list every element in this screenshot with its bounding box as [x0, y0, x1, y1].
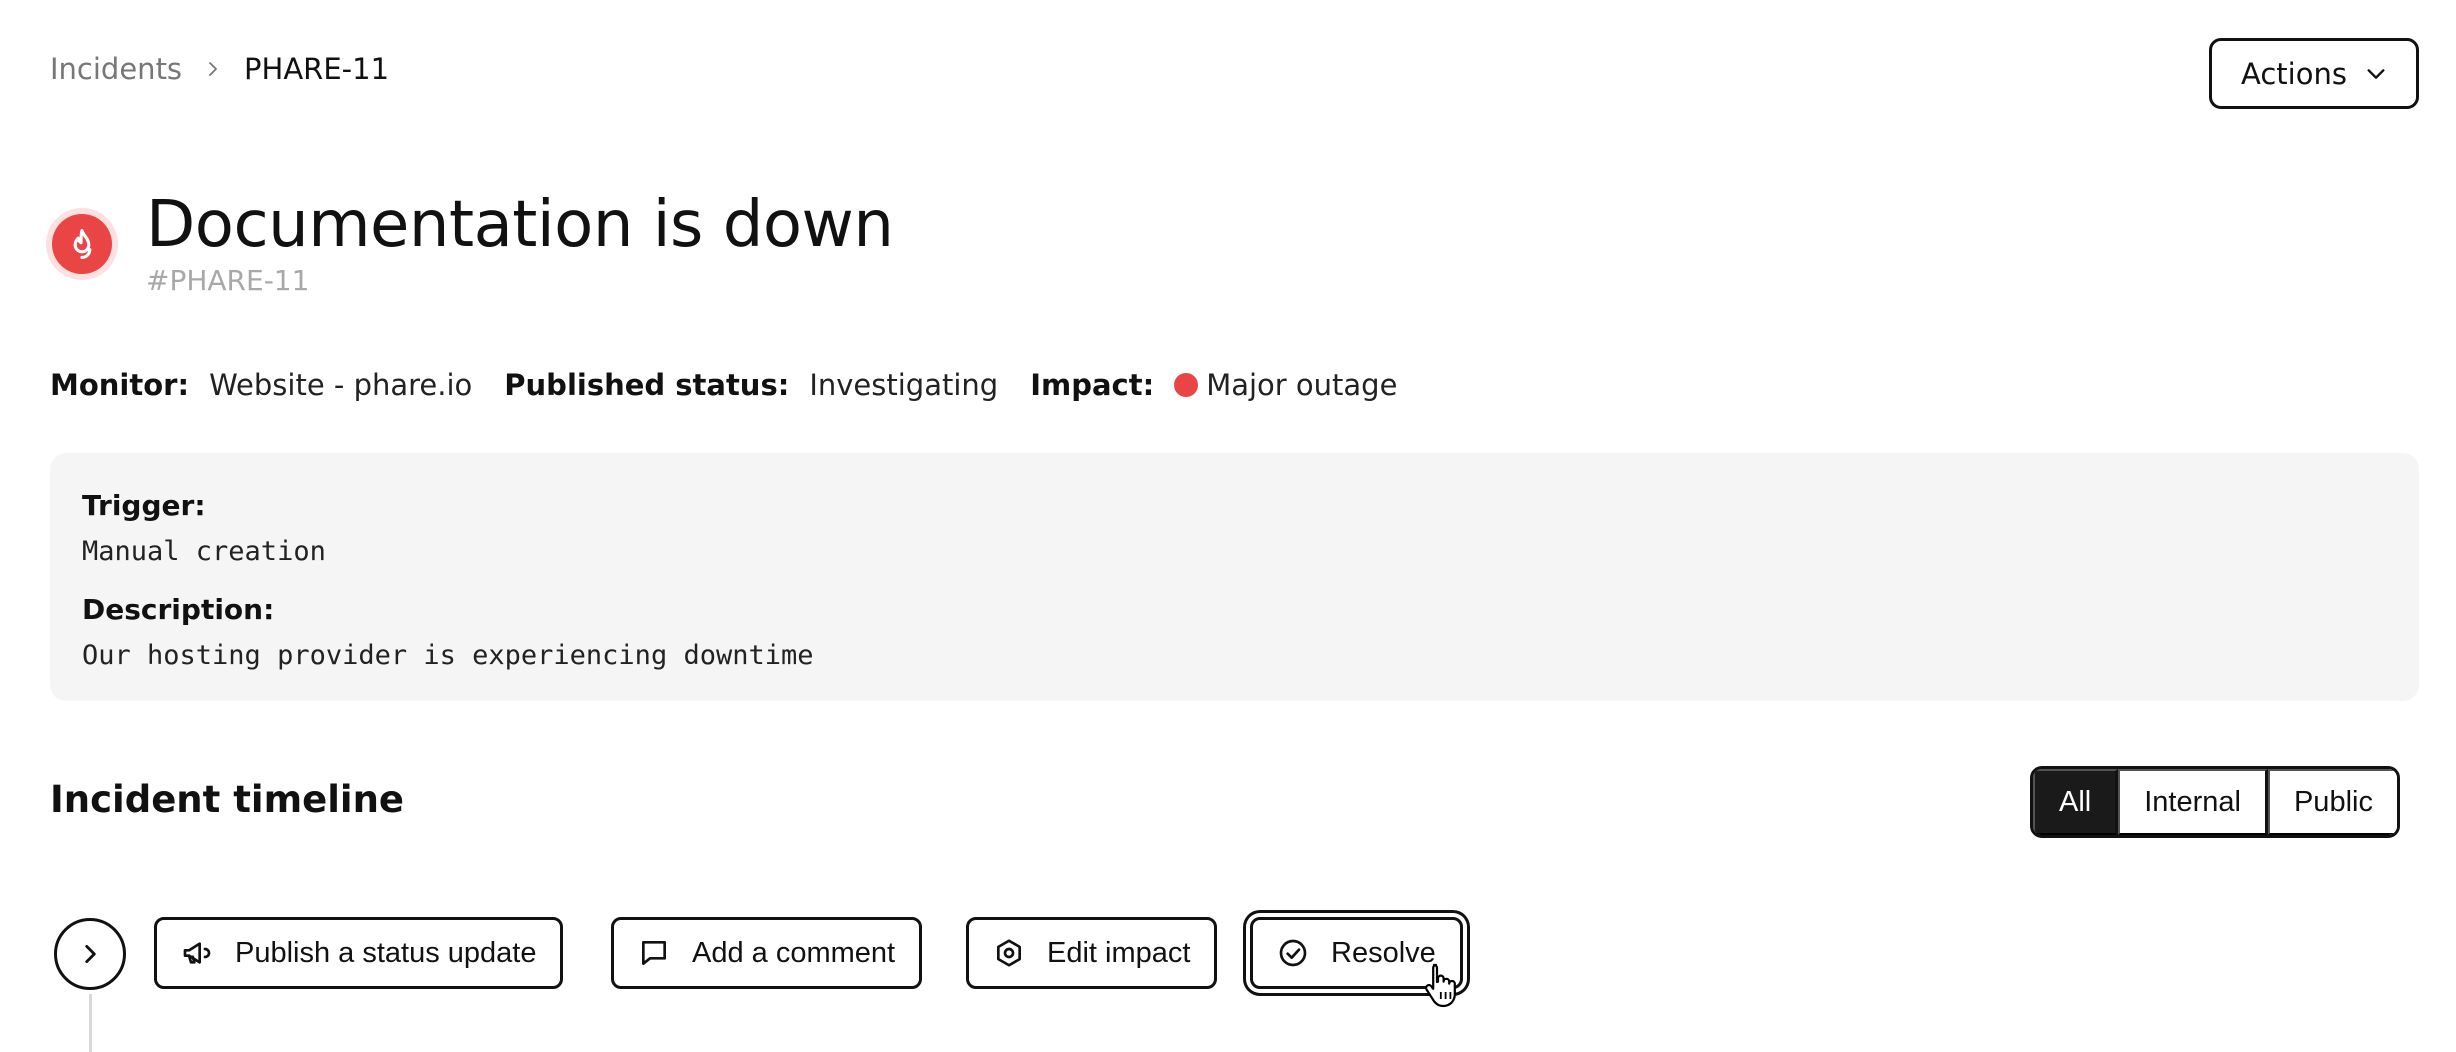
- timeline-filter-group: All Internal Public: [2030, 766, 2400, 838]
- incident-status-indicator: [46, 208, 118, 280]
- pointer-cursor-icon: [1424, 962, 1460, 1012]
- description-value: Our hosting provider is experiencing dow…: [82, 640, 814, 671]
- monitor-value: Website - phare.io: [209, 368, 473, 402]
- publish-status-update-label: Publish a status update: [235, 936, 537, 969]
- breadcrumb-current: PHARE-11: [244, 52, 390, 86]
- filter-internal-button[interactable]: Internal: [2118, 769, 2268, 835]
- trigger-block: Trigger: Manual creation: [82, 489, 2387, 567]
- breadcrumb-incidents-link[interactable]: Incidents: [50, 52, 182, 86]
- actions-button-label: Actions: [2241, 56, 2347, 91]
- chevron-right-icon: [204, 60, 222, 78]
- add-comment-label: Add a comment: [692, 936, 896, 969]
- breadcrumb: Incidents PHARE-11: [50, 52, 389, 86]
- edit-impact-button[interactable]: Edit impact: [966, 917, 1218, 989]
- incident-id: #PHARE-11: [146, 264, 310, 297]
- timeline-title: Incident timeline: [50, 778, 405, 821]
- check-circle-icon: [1277, 937, 1309, 969]
- chevron-right-icon: [77, 941, 103, 967]
- incident-meta: Monitor: Website - phare.io Published st…: [50, 368, 1429, 402]
- trigger-label: Trigger:: [82, 489, 206, 522]
- description-label: Description:: [82, 593, 275, 626]
- comment-icon: [638, 937, 670, 969]
- published-status-label: Published status:: [504, 368, 790, 402]
- trigger-value: Manual creation: [82, 536, 326, 567]
- megaphone-icon: [181, 937, 213, 969]
- timeline-line: [89, 994, 92, 1052]
- edit-impact-label: Edit impact: [1047, 936, 1191, 969]
- publish-status-update-button[interactable]: Publish a status update: [154, 917, 564, 989]
- add-comment-button[interactable]: Add a comment: [611, 917, 923, 989]
- description-block: Description: Our hosting provider is exp…: [82, 593, 2387, 671]
- impact-value: Major outage: [1206, 368, 1398, 402]
- flame-icon: [52, 214, 112, 274]
- filter-public-button[interactable]: Public: [2267, 769, 2397, 835]
- actions-dropdown-button[interactable]: Actions: [2209, 38, 2419, 109]
- filter-all-button[interactable]: All: [2033, 769, 2119, 835]
- impact-label: Impact:: [1030, 368, 1155, 402]
- resolve-label: Resolve: [1331, 936, 1436, 969]
- published-status-value: Investigating: [809, 368, 999, 402]
- hexagon-icon: [993, 937, 1025, 969]
- timeline-expand-button[interactable]: [54, 918, 126, 990]
- chevron-down-icon: [2365, 63, 2387, 85]
- page-title: Documentation is down: [146, 188, 894, 262]
- monitor-label: Monitor:: [50, 368, 190, 402]
- impact-dot-icon: [1174, 373, 1199, 397]
- incident-details-panel: Trigger: Manual creation Description: Ou…: [50, 453, 2419, 701]
